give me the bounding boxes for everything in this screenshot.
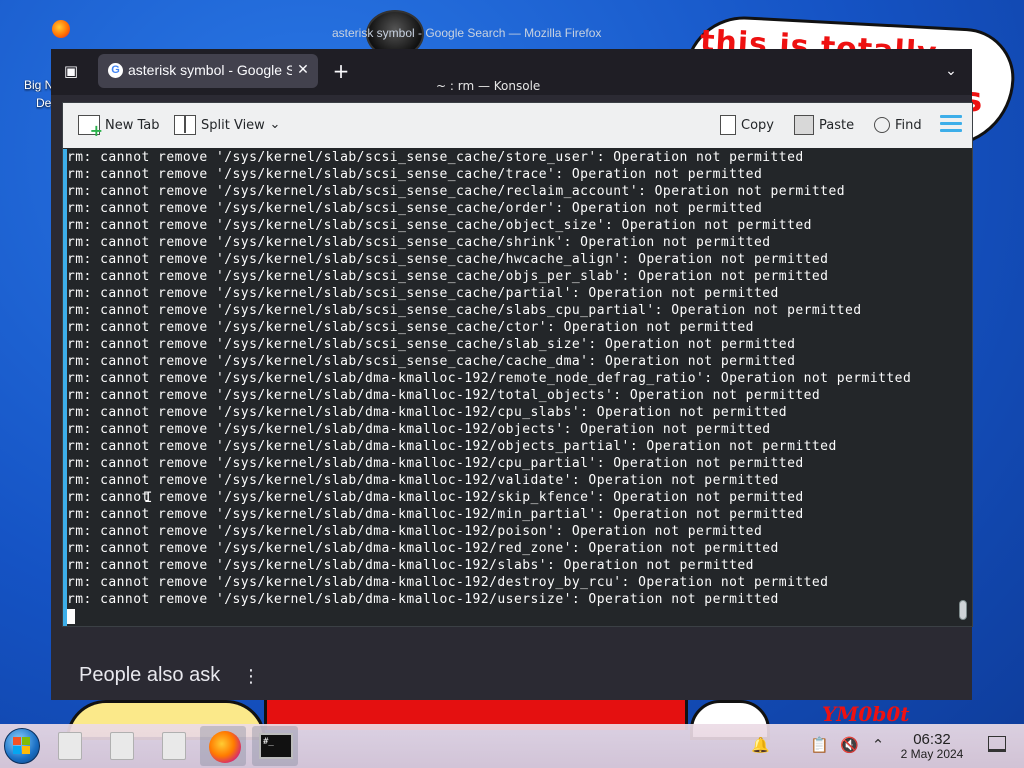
clock-date[interactable]: 2 May 2024 xyxy=(892,747,972,761)
terminal-icon[interactable]: #_ xyxy=(259,733,293,759)
firefox-icon[interactable] xyxy=(209,731,241,763)
desktop-icon-label[interactable]: Big N xyxy=(24,78,54,92)
terminal-line: rm: cannot remove '/sys/kernel/slab/dma-… xyxy=(67,592,779,607)
terminal-line: rm: cannot remove '/sys/kernel/slab/scsi… xyxy=(67,252,829,267)
terminal-scrollbar[interactable] xyxy=(959,600,967,620)
new-tab-label: New Tab xyxy=(105,117,160,133)
wallpaper-signature: YM0b0t xyxy=(822,702,910,726)
find-icon xyxy=(874,117,890,133)
split-view-icon xyxy=(174,115,196,135)
new-tab-icon xyxy=(78,115,103,140)
new-tab-icon[interactable]: + xyxy=(330,60,352,82)
terminal-line: rm: cannot remove '/sys/kernel/slab/scsi… xyxy=(67,235,771,250)
volume-muted-icon[interactable]: 🔇 xyxy=(840,736,859,754)
split-view-label: Split View xyxy=(201,117,265,133)
hamburger-menu-icon[interactable] xyxy=(940,115,962,135)
terminal-line: rm: cannot remove '/sys/kernel/slab/dma-… xyxy=(67,558,754,573)
terminal-line: rm: cannot remove '/sys/kernel/slab/dma-… xyxy=(67,456,804,471)
firefox-tab-title[interactable]: asterisk symbol - Google Search xyxy=(128,62,292,78)
terminal-line: rm: cannot remove '/sys/kernel/slab/scsi… xyxy=(67,354,796,369)
terminal-line: rm: cannot remove '/sys/kernel/slab/scsi… xyxy=(67,201,763,216)
copy-label: Copy xyxy=(741,117,774,133)
people-also-ask-heading: People also ask xyxy=(79,664,221,686)
desktop-icon-label[interactable]: De xyxy=(36,96,52,110)
terminal-line: rm: cannot remove '/sys/kernel/slab/scsi… xyxy=(67,150,804,165)
file-icon[interactable] xyxy=(110,732,134,760)
paste-label: Paste xyxy=(819,117,855,133)
split-view-button[interactable]: Split View xyxy=(174,112,265,138)
terminal-line: rm: cannot remove '/sys/kernel/slab/dma-… xyxy=(67,405,788,420)
tray-expand-icon[interactable]: ⌃ xyxy=(869,736,887,754)
firefox-icon[interactable] xyxy=(52,20,70,38)
terminal-line: rm: cannot remove '/sys/kernel/slab/dma-… xyxy=(67,575,829,590)
firefox-window-title: asterisk symbol - Google Search — Mozill… xyxy=(332,26,602,40)
chevron-down-icon[interactable]: ⌄ xyxy=(266,113,284,137)
find-label: Find xyxy=(895,117,922,133)
konsole-window-title: ~ : rm — Konsole xyxy=(436,79,541,93)
file-icon[interactable] xyxy=(58,732,82,760)
terminal-line: rm: cannot remove '/sys/kernel/slab/dma-… xyxy=(67,541,779,556)
list-all-tabs-icon[interactable]: ▣ xyxy=(60,60,82,82)
terminal-line: rm: cannot remove '/sys/kernel/slab/dma-… xyxy=(67,388,821,403)
terminal-line: rm: cannot remove '/sys/kernel/slab/dma-… xyxy=(67,524,763,539)
file-icon[interactable] xyxy=(162,732,186,760)
copy-icon xyxy=(720,115,736,135)
new-tab-button[interactable]: New Tab xyxy=(78,112,160,140)
notification-icon[interactable]: 🔔 xyxy=(751,736,770,754)
terminal-line: rm: cannot remove '/sys/kernel/slab/dma-… xyxy=(67,439,837,454)
clock-time[interactable]: 06:32 xyxy=(904,731,960,748)
ibeam-cursor-icon: I xyxy=(144,490,152,506)
google-favicon: G xyxy=(108,63,123,78)
terminal-line: rm: cannot remove '/sys/kernel/slab/scsi… xyxy=(67,218,812,233)
paste-button[interactable]: Paste xyxy=(794,112,854,138)
clipboard-icon[interactable]: 📋 xyxy=(810,736,829,754)
terminal-line: rm: cannot remove '/sys/kernel/slab/dma-… xyxy=(67,473,779,488)
terminal-line: rm: cannot remove '/sys/kernel/slab/scsi… xyxy=(67,184,846,199)
close-icon[interactable]: ✕ xyxy=(294,61,312,79)
terminal-line: rm: cannot remove '/sys/kernel/slab/scsi… xyxy=(67,303,862,318)
terminal-line: rm: cannot remove '/sys/kernel/slab/dma-… xyxy=(67,507,804,522)
copy-button[interactable]: Copy xyxy=(720,112,774,138)
terminal-output[interactable]: rm: cannot remove '/sys/kernel/slab/scsi… xyxy=(67,149,957,608)
start-flag xyxy=(13,737,31,755)
terminal-cursor xyxy=(67,609,75,624)
terminal-line: rm: cannot remove '/sys/kernel/slab/scsi… xyxy=(67,269,829,284)
chevron-down-icon[interactable]: ⌄ xyxy=(940,60,962,82)
kebab-menu-icon[interactable]: ⋮ xyxy=(242,666,260,688)
terminal-line: rm: cannot remove '/sys/kernel/slab/dma-… xyxy=(67,490,804,505)
terminal-line: rm: cannot remove '/sys/kernel/slab/dma-… xyxy=(67,422,771,437)
terminal-line: rm: cannot remove '/sys/kernel/slab/scsi… xyxy=(67,286,779,301)
find-button[interactable]: Find xyxy=(874,112,922,138)
show-desktop-icon[interactable] xyxy=(988,736,1006,752)
terminal-line: rm: cannot remove '/sys/kernel/slab/dma-… xyxy=(67,371,912,386)
terminal-line: rm: cannot remove '/sys/kernel/slab/scsi… xyxy=(67,337,796,352)
terminal-line: rm: cannot remove '/sys/kernel/slab/scsi… xyxy=(67,320,754,335)
paste-icon xyxy=(794,115,814,135)
terminal-line: rm: cannot remove '/sys/kernel/slab/scsi… xyxy=(67,167,763,182)
